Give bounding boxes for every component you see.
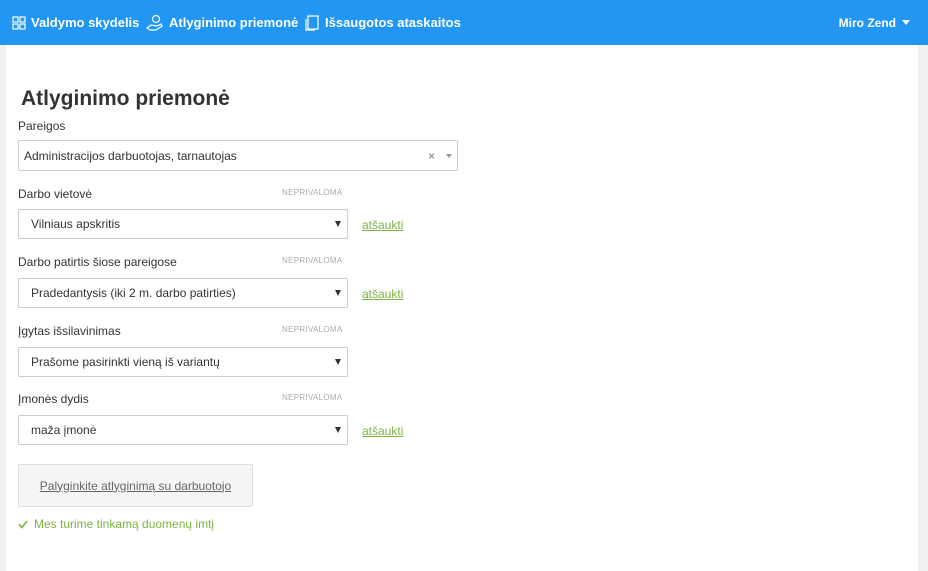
- caret-down-icon: [902, 20, 910, 25]
- experience-label: Darbo patirtis šiose pareigose: [18, 255, 177, 269]
- experience-value: Pradedantysis (iki 2 m. darbo patirties): [31, 286, 236, 300]
- chevron-down-icon: [335, 221, 341, 227]
- main-panel: Atlyginimo priemonė Pareigos Administrac…: [6, 45, 918, 571]
- dashboard-grid-icon: [12, 15, 26, 30]
- education-select[interactable]: Prašome pasirinkti vieną iš variantų: [18, 347, 348, 377]
- experience-optional-label: NEPRIVALOMA: [282, 256, 343, 265]
- chevron-down-icon: [335, 359, 341, 365]
- chevron-down-icon: [335, 290, 341, 296]
- location-value: Vilniaus apskritis: [31, 217, 121, 231]
- position-value: Administracijos darbuotojas, tarnautojas: [24, 148, 237, 163]
- position-label: Pareigos: [18, 119, 66, 133]
- experience-cancel-link[interactable]: atšaukti: [362, 287, 403, 301]
- page-title: Atlyginimo priemonė: [21, 87, 230, 110]
- nav-dashboard[interactable]: Valdymo skydelis: [12, 0, 139, 45]
- clear-icon[interactable]: ×: [428, 149, 435, 163]
- location-optional-label: NEPRIVALOMA: [282, 188, 343, 197]
- documents-icon: [304, 14, 320, 31]
- money-hand-icon: [146, 14, 164, 32]
- top-navbar: Valdymo skydelis Atlyginimo priemonė Išs…: [0, 0, 928, 45]
- location-label: Darbo vietovė: [18, 187, 93, 201]
- education-optional-label: NEPRIVALOMA: [282, 325, 343, 334]
- compare-salary-button[interactable]: Palyginkite atlyginimą su darbuotojo: [18, 464, 253, 507]
- company-size-optional-label: NEPRIVALOMA: [282, 393, 343, 402]
- nav-salary-tool[interactable]: Atlyginimo priemonė: [146, 0, 298, 45]
- location-select[interactable]: Vilniaus apskritis: [18, 209, 348, 239]
- nav-saved-reports[interactable]: Išsaugotos ataskaitos: [304, 0, 461, 45]
- status-text: Mes turime tinkamą duomenų imtį: [34, 517, 215, 531]
- status-message: Mes turime tinkamą duomenų imtį: [18, 517, 214, 531]
- experience-select[interactable]: Pradedantysis (iki 2 m. darbo patirties): [18, 278, 348, 308]
- nav-saved-reports-label: Išsaugotos ataskaitos: [325, 15, 461, 30]
- company-size-select[interactable]: maža įmonė: [18, 415, 348, 445]
- chevron-down-icon: [335, 427, 341, 433]
- company-size-value: maža įmonė: [31, 423, 97, 437]
- chevron-down-icon: [446, 154, 452, 158]
- education-value: Prašome pasirinkti vieną iš variantų: [31, 355, 220, 369]
- nav-dashboard-label: Valdymo skydelis: [31, 15, 140, 30]
- position-select[interactable]: Administracijos darbuotojas, tarnautojas…: [18, 140, 458, 171]
- education-label: Įgytas išsilavinimas: [18, 324, 121, 338]
- company-size-label: Įmonės dydis: [18, 392, 89, 406]
- nav-salary-tool-label: Atlyginimo priemonė: [169, 15, 299, 30]
- company-size-cancel-link[interactable]: atšaukti: [362, 424, 403, 438]
- user-name: Miro Zend: [838, 15, 896, 30]
- location-cancel-link[interactable]: atšaukti: [362, 218, 403, 232]
- user-menu[interactable]: Miro Zend: [839, 0, 910, 45]
- check-icon: [18, 520, 28, 529]
